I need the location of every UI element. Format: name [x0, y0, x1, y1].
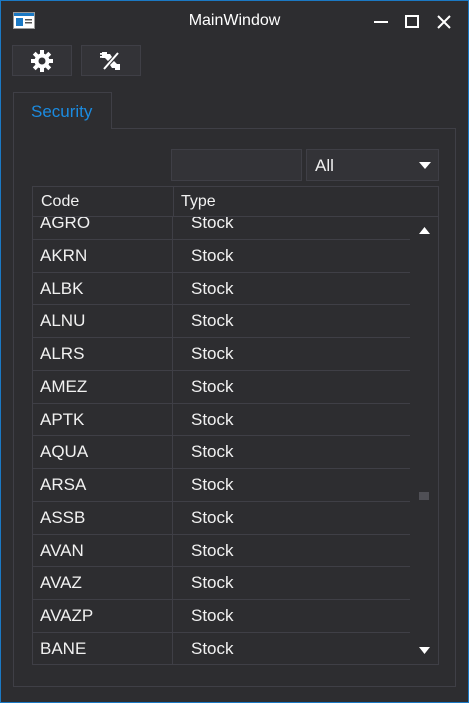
- cell-type-text: Stock: [191, 344, 234, 363]
- cell-code-text: ALRS: [40, 344, 85, 363]
- cell-type-text: Stock: [191, 573, 234, 593]
- table-row[interactable]: AVAZP Stock: [33, 600, 410, 633]
- cell-code-text: AMEZ: [40, 376, 88, 396]
- cell-code-text: BANE: [40, 638, 87, 658]
- security-grid[interactable]: AGRO Stock AKRN Stock ALBK Stock ALNU Stock ALRS…: [32, 186, 439, 665]
- disconnect-button[interactable]: [81, 45, 141, 76]
- close-button[interactable]: [431, 9, 457, 35]
- cell-code-text: AKRN: [40, 245, 88, 265]
- cell-code-text: ALNU: [40, 311, 86, 331]
- cell-code: AQUA: [33, 436, 173, 468]
- cell-code: AVAZP: [33, 600, 173, 632]
- cell-type-text: Stock: [191, 540, 234, 560]
- cell-code: ALNU: [33, 305, 173, 337]
- cell-type-text: Stock: [191, 638, 234, 658]
- cell-code: APTK: [33, 403, 173, 436]
- main-window: MainWindow Security All AGRO Stock AKRN …: [0, 0, 469, 703]
- cell-code-text: AVAZ: [40, 573, 82, 593]
- cell-type-text: Stock: [191, 311, 234, 331]
- cell-type-text: Stock: [191, 606, 234, 625]
- cell-code-text: APTK: [40, 409, 85, 429]
- cell-type-text: Stock: [191, 376, 234, 396]
- grid-header: Code Type: [33, 187, 438, 217]
- cell-code-text: AVAN: [40, 540, 84, 560]
- column-divider[interactable]: [173, 187, 174, 217]
- table-row[interactable]: ALRS Stock: [33, 338, 410, 371]
- table-row[interactable]: AQUA Stock: [33, 436, 410, 469]
- cell-code: ALRS: [33, 338, 173, 370]
- table-row[interactable]: AVAZ Stock: [33, 567, 410, 600]
- scroll-down-arrow-icon[interactable]: [419, 647, 430, 654]
- table-row[interactable]: AKRN Stock: [33, 239, 410, 273]
- security-type-select-value: All: [315, 156, 334, 175]
- tab-security-label: Security: [31, 102, 93, 121]
- settings-button[interactable]: [12, 45, 72, 76]
- gear-icon: [31, 49, 53, 72]
- close-icon: [437, 15, 451, 29]
- cell-code: AKRN: [33, 239, 173, 272]
- cell-type-text: Stock: [191, 278, 234, 298]
- security-type-select[interactable]: All: [306, 149, 439, 181]
- maximize-button[interactable]: [399, 9, 425, 35]
- scroll-up-arrow-icon[interactable]: [419, 227, 430, 234]
- table-row[interactable]: BANE Stock: [33, 632, 410, 664]
- maximize-icon: [405, 15, 419, 28]
- tab-security[interactable]: Security: [13, 92, 112, 129]
- disconnect-plug-icon: [100, 51, 120, 70]
- minimize-icon: [374, 21, 388, 23]
- cell-code: ARSA: [33, 469, 173, 501]
- cell-code-text: AQUA: [40, 442, 89, 462]
- chevron-down-icon: [419, 162, 431, 169]
- cell-type-text: Stock: [191, 475, 234, 494]
- table-row[interactable]: AVAN Stock: [33, 534, 410, 568]
- security-filter-input[interactable]: [171, 149, 302, 181]
- cell-code: AMEZ: [33, 370, 173, 403]
- cell-code-text: ASSB: [40, 507, 86, 527]
- cell-code: AVAZ: [33, 567, 173, 599]
- minimize-button[interactable]: [368, 9, 394, 35]
- table-row[interactable]: ARSA Stock: [33, 469, 410, 502]
- title-bar[interactable]: MainWindow: [1, 1, 468, 41]
- cell-code-text: ALBK: [40, 278, 84, 298]
- cell-type-text: Stock: [191, 442, 234, 462]
- column-header-type[interactable]: Type: [181, 193, 216, 211]
- cell-code: ASSB: [33, 501, 173, 534]
- scrollbar-thumb[interactable]: [419, 492, 429, 500]
- column-header-code[interactable]: Code: [41, 193, 79, 211]
- vertical-scrollbar[interactable]: [410, 217, 438, 664]
- cell-type-text: Stock: [191, 409, 234, 429]
- table-row[interactable]: AMEZ Stock: [33, 370, 410, 404]
- table-row[interactable]: ASSB Stock: [33, 501, 410, 535]
- cell-type-text: Stock: [191, 507, 234, 527]
- table-row[interactable]: ALNU Stock: [33, 305, 410, 338]
- cell-type-text: Stock: [191, 245, 234, 265]
- table-row[interactable]: ALBK Stock: [33, 272, 410, 306]
- cell-code: BANE: [33, 632, 173, 664]
- cell-code: AVAN: [33, 534, 173, 567]
- window-title: MainWindow: [188, 12, 281, 29]
- cell-code-text: ARSA: [40, 475, 87, 494]
- cell-code: ALBK: [33, 272, 173, 305]
- cell-code-text: AVAZP: [40, 606, 94, 625]
- table-row[interactable]: APTK Stock: [33, 403, 410, 437]
- grid-rows: AGRO Stock AKRN Stock ALBK Stock ALNU Stock ALRS…: [33, 207, 410, 664]
